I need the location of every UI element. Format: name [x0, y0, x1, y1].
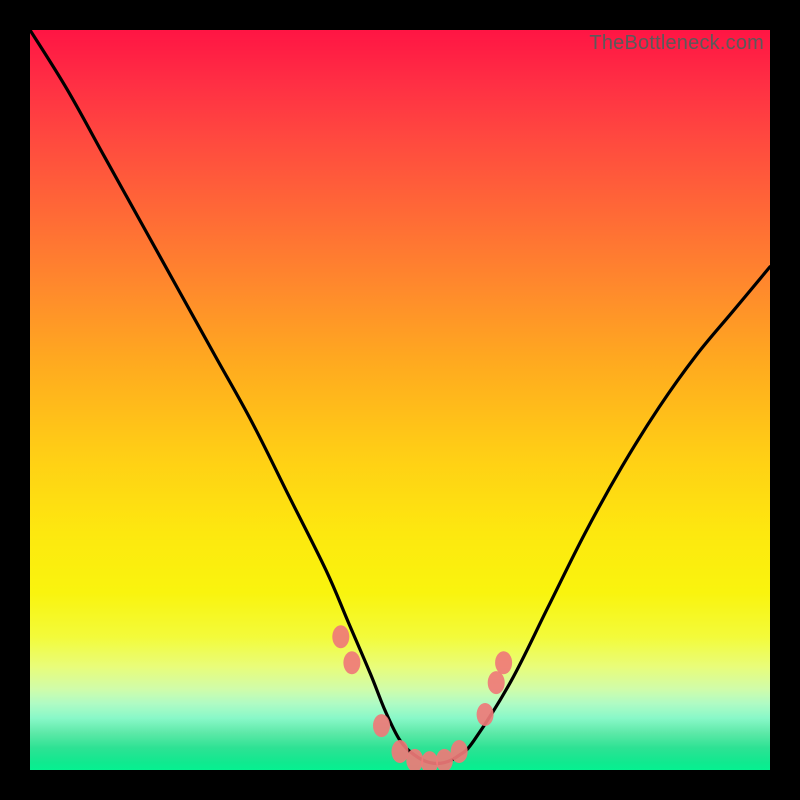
curve-marker: [373, 714, 390, 737]
curve-layer: [30, 30, 770, 770]
bottleneck-curve: [30, 30, 770, 764]
curve-marker: [392, 740, 409, 763]
curve-marker: [343, 651, 360, 674]
curve-marker: [332, 625, 349, 648]
chart-frame: TheBottleneck.com: [0, 0, 800, 800]
plot-area: TheBottleneck.com: [30, 30, 770, 770]
curve-marker: [488, 671, 505, 694]
curve-marker: [421, 751, 438, 770]
curve-marker: [495, 651, 512, 674]
curve-marker: [477, 703, 494, 726]
curve-marker: [436, 749, 453, 770]
curve-marker: [451, 740, 468, 763]
